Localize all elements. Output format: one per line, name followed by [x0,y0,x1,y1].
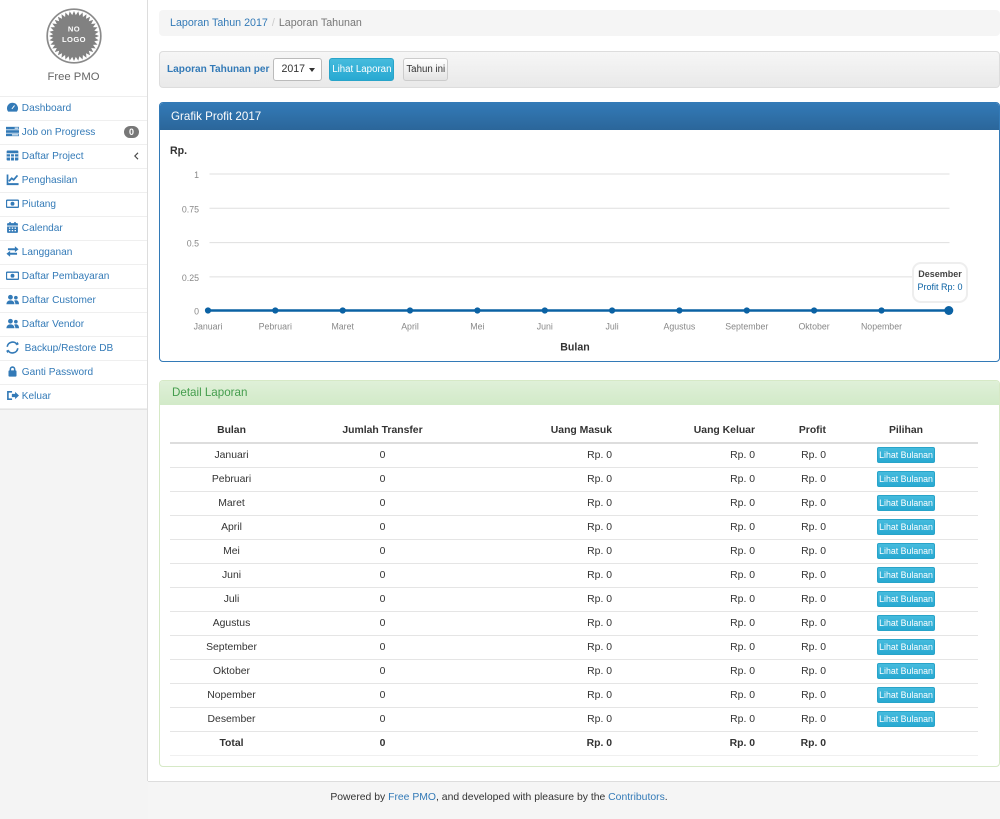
svg-text:Bulan: Bulan [560,342,589,354]
svg-text:0: 0 [194,307,199,317]
svg-text:Mei: Mei [470,322,484,332]
svg-text:NO: NO [67,25,79,34]
svg-text:September: September [725,322,768,332]
svg-text:Nopember: Nopember [861,322,902,332]
svg-text:Juli: Juli [605,322,618,332]
svg-text:Maret: Maret [331,322,354,332]
svg-text:April: April [401,322,419,332]
svg-text:LOGO: LOGO [62,35,86,44]
svg-text:0.5: 0.5 [187,239,199,249]
svg-text:0.75: 0.75 [182,204,199,214]
svg-text:0.25: 0.25 [182,273,199,283]
svg-text:Agustus: Agustus [664,322,696,332]
svg-text:Pebruari: Pebruari [259,322,292,332]
svg-text:1: 1 [194,170,199,180]
svg-text:Juni: Juni [537,322,553,332]
svg-text:Oktober: Oktober [798,322,829,332]
svg-text:Rp.: Rp. [170,145,187,157]
svg-text:Januari: Januari [194,322,223,332]
